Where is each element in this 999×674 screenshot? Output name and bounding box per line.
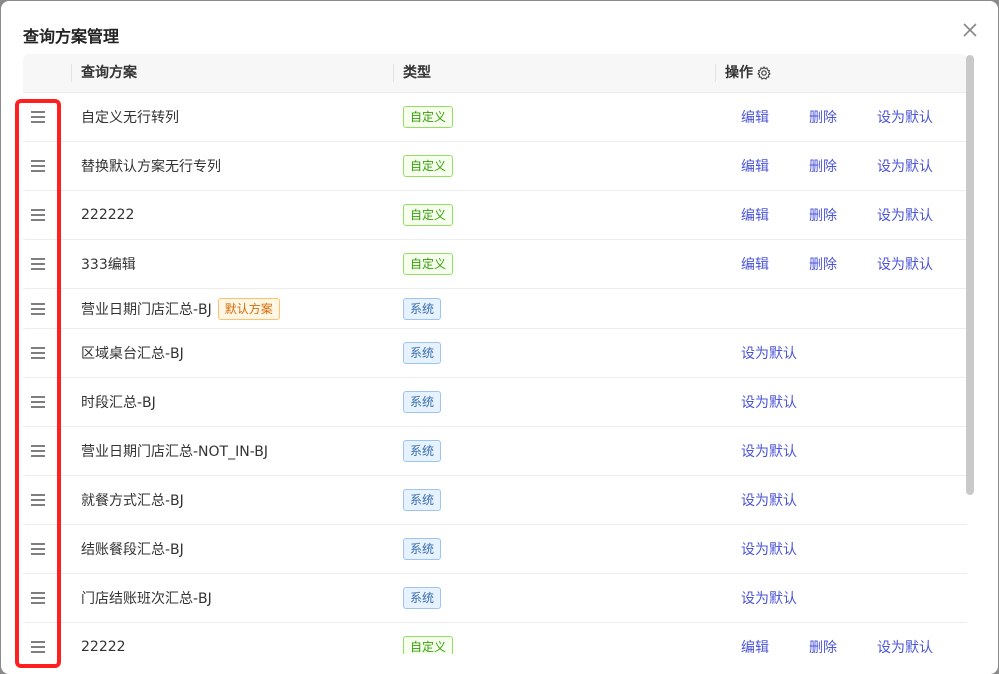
table-row: 333编辑 自定义 编辑 删除 设为默认 xyxy=(23,240,967,289)
actions-cell: 编辑 删除 设为默认 xyxy=(23,93,967,141)
actions-cell: 设为默认 xyxy=(23,329,967,377)
actions-cell: 设为默认 xyxy=(23,574,967,622)
set-default-link[interactable]: 设为默认 xyxy=(877,205,933,225)
table-row: 就餐方式汇总-BJ 系统 设为默认 xyxy=(23,476,967,525)
delete-link[interactable]: 删除 xyxy=(809,254,837,274)
gear-icon[interactable] xyxy=(757,54,771,92)
actions-cell: 编辑 删除 设为默认 xyxy=(23,142,967,190)
delete-link[interactable]: 删除 xyxy=(809,637,837,654)
actions-cell: 设为默认 xyxy=(23,476,967,524)
header-divider xyxy=(393,64,394,82)
table-row: 门店结账班次汇总-BJ 系统 设为默认 xyxy=(23,574,967,623)
table-row: 替换默认方案无行专列 自定义 编辑 删除 设为默认 xyxy=(23,142,967,191)
actions-cell xyxy=(23,289,967,328)
table-row: 时段汇总-BJ 系统 设为默认 xyxy=(23,378,967,427)
set-default-link[interactable]: 设为默认 xyxy=(877,254,933,274)
vertical-scrollbar[interactable] xyxy=(966,55,974,495)
set-default-link[interactable]: 设为默认 xyxy=(741,441,797,461)
set-default-link[interactable]: 设为默认 xyxy=(741,490,797,510)
set-default-link[interactable]: 设为默认 xyxy=(741,343,797,363)
table-body: 自定义无行转列 自定义 编辑 删除 设为默认 替换默认方案无行专列 自定义 编辑 删除 设为默认 2… xyxy=(23,93,967,654)
edit-link[interactable]: 编辑 xyxy=(741,205,769,225)
edit-link[interactable]: 编辑 xyxy=(741,254,769,274)
set-default-link[interactable]: 设为默认 xyxy=(877,107,933,127)
edit-link[interactable]: 编辑 xyxy=(741,107,769,127)
table-row: 222222 自定义 编辑 删除 设为默认 xyxy=(23,191,967,240)
actions-cell: 设为默认 xyxy=(23,525,967,573)
actions-cell: 编辑 删除 设为默认 xyxy=(23,240,967,288)
header-type: 类型 xyxy=(403,65,431,81)
delete-link[interactable]: 删除 xyxy=(809,205,837,225)
query-scheme-dialog: 查询方案管理 查询方案 类型 操作 自定义无行转列 自定义 编辑 删除 设为默认 替换默认… xyxy=(1,1,998,674)
scheme-table: 查询方案 类型 操作 自定义无行转列 自定义 编辑 删除 设为默认 替换默认方案无行专列自… xyxy=(23,54,967,654)
actions-cell: 设为默认 xyxy=(23,378,967,426)
table-row: 区域桌台汇总-BJ 系统 设为默认 xyxy=(23,329,967,378)
delete-link[interactable]: 删除 xyxy=(809,156,837,176)
header-divider xyxy=(715,64,716,82)
set-default-link[interactable]: 设为默认 xyxy=(741,392,797,412)
header-divider xyxy=(71,64,72,82)
set-default-link[interactable]: 设为默认 xyxy=(877,637,933,654)
edit-link[interactable]: 编辑 xyxy=(741,156,769,176)
table-row: 结账餐段汇总-BJ 系统 设为默认 xyxy=(23,525,967,574)
header-name: 查询方案 xyxy=(81,65,137,81)
delete-link[interactable]: 删除 xyxy=(809,107,837,127)
close-icon[interactable] xyxy=(959,19,981,41)
table-row: 22222 自定义 编辑 删除 设为默认 xyxy=(23,623,967,654)
actions-cell: 编辑 删除 设为默认 xyxy=(23,623,967,654)
actions-cell: 设为默认 xyxy=(23,427,967,475)
table-row: 自定义无行转列 自定义 编辑 删除 设为默认 xyxy=(23,93,967,142)
table-header: 查询方案 类型 操作 xyxy=(23,54,967,93)
set-default-link[interactable]: 设为默认 xyxy=(741,588,797,608)
actions-cell: 编辑 删除 设为默认 xyxy=(23,191,967,239)
set-default-link[interactable]: 设为默认 xyxy=(877,156,933,176)
header-actions: 操作 xyxy=(725,65,753,81)
set-default-link[interactable]: 设为默认 xyxy=(741,539,797,559)
dialog-title: 查询方案管理 xyxy=(23,27,120,46)
table-row: 营业日期门店汇总-BJ 默认方案 系统 xyxy=(23,289,967,329)
edit-link[interactable]: 编辑 xyxy=(741,637,769,654)
table-row: 营业日期门店汇总-NOT_IN-BJ 系统 设为默认 xyxy=(23,427,967,476)
